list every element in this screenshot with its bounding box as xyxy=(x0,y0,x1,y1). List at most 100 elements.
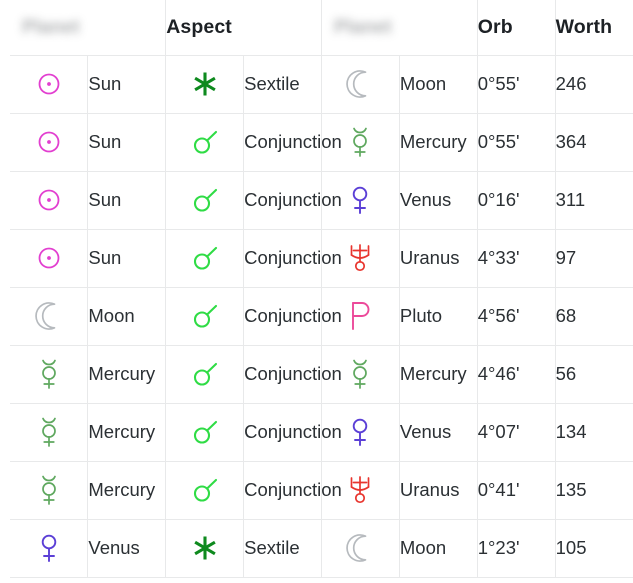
body1-name-cell: Mercury xyxy=(87,461,167,520)
body2-symbol-cell xyxy=(321,55,400,114)
body1-name-cell: Sun xyxy=(87,171,167,230)
table-row[interactable]: Mercury Conjunction Uranus 0°41' 135 xyxy=(10,461,633,520)
body2-name-cell: Venus xyxy=(399,171,478,230)
aspect-name-cell: Conjunction xyxy=(243,403,342,462)
venus-symbol xyxy=(10,532,87,564)
body2-name-cell: Uranus xyxy=(399,229,478,288)
aspect-name-cell: Conjunction xyxy=(243,287,342,346)
body1-name-cell: Venus xyxy=(87,519,167,578)
aspect-name-cell: Conjunction xyxy=(243,461,342,520)
table-row[interactable]: Moon Conjunction Pluto 4°56' 68 xyxy=(10,287,633,346)
worth-cell: 135 xyxy=(555,461,633,520)
body2-name-cell: Mercury xyxy=(399,345,478,404)
conjunction-symbol xyxy=(166,418,243,446)
body1-symbol-cell xyxy=(10,55,89,114)
orb-cell: 0°55' xyxy=(477,55,556,114)
body1-name-cell: Sun xyxy=(87,55,167,114)
table-head: Planet Aspect Planet Orb Worth xyxy=(10,0,633,56)
orb-cell: 0°55' xyxy=(477,113,556,172)
orb-cell: 4°07' xyxy=(477,403,556,462)
body1-name-cell: Mercury xyxy=(87,403,167,462)
aspect-symbol-cell xyxy=(165,403,245,462)
aspects-table-container: Planet Aspect Planet Orb Worth Sun Sextil… xyxy=(0,0,633,578)
orb-cell: 4°56' xyxy=(477,287,556,346)
table-row[interactable]: Sun Conjunction Venus 0°16' 311 xyxy=(10,171,633,230)
aspect-symbol-cell xyxy=(165,519,245,578)
conjunction-symbol xyxy=(166,302,243,330)
moon-symbol xyxy=(322,533,399,563)
header-orb[interactable]: Orb xyxy=(477,0,556,56)
aspect-symbol-cell xyxy=(165,287,245,346)
moon-symbol xyxy=(10,301,87,331)
body1-symbol-cell xyxy=(10,229,89,288)
body2-name-cell: Uranus xyxy=(399,461,478,520)
table-body: Sun Sextile Moon 0°55' 246 Sun Conjunction Merc… xyxy=(10,55,633,578)
aspect-name-cell: Conjunction xyxy=(243,113,342,172)
mercury-symbol xyxy=(10,474,87,506)
body2-name-cell: Mercury xyxy=(399,113,478,172)
conjunction-symbol xyxy=(166,360,243,388)
aspect-symbol-cell xyxy=(165,113,245,172)
table-row[interactable]: Sun Sextile Moon 0°55' 246 xyxy=(10,55,633,114)
body1-name-cell: Moon xyxy=(87,287,167,346)
table-row[interactable]: Mercury Conjunction Venus 4°07' 134 xyxy=(10,403,633,462)
aspect-symbol-cell xyxy=(165,229,245,288)
sun-symbol xyxy=(10,186,87,214)
aspect-name-cell: Conjunction xyxy=(243,229,342,288)
conjunction-symbol xyxy=(166,244,243,272)
redacted-header-text: Planet xyxy=(22,16,80,38)
sextile-symbol xyxy=(166,71,243,97)
body1-symbol-cell xyxy=(10,113,89,172)
body1-symbol-cell xyxy=(10,461,89,520)
header-row: Planet Aspect Planet Orb Worth xyxy=(10,0,633,56)
body1-symbol-cell xyxy=(10,171,89,230)
table-row[interactable]: Venus Sextile Moon 1°23' 105 xyxy=(10,519,633,578)
header-planet-right[interactable]: Planet xyxy=(321,0,478,56)
redacted-header-text: Planet xyxy=(334,16,392,38)
orb-cell: 1°23' xyxy=(477,519,556,578)
mercury-symbol xyxy=(10,358,87,390)
body1-name-cell: Sun xyxy=(87,113,167,172)
worth-cell: 364 xyxy=(555,113,633,172)
conjunction-symbol xyxy=(166,476,243,504)
aspects-table: Planet Aspect Planet Orb Worth Sun Sextil… xyxy=(10,0,633,578)
aspect-symbol-cell xyxy=(165,461,245,520)
aspect-symbol-cell xyxy=(165,345,245,404)
aspect-name-cell: Conjunction xyxy=(243,345,342,404)
worth-cell: 246 xyxy=(555,55,633,114)
worth-cell: 56 xyxy=(555,345,633,404)
aspect-symbol-cell xyxy=(165,171,245,230)
aspect-symbol-cell xyxy=(165,55,245,114)
table-row[interactable]: Sun Conjunction Uranus 4°33' 97 xyxy=(10,229,633,288)
mercury-symbol xyxy=(10,416,87,448)
body2-symbol-cell xyxy=(321,519,400,578)
worth-cell: 105 xyxy=(555,519,633,578)
aspect-name-cell: Sextile xyxy=(243,519,322,578)
orb-cell: 4°46' xyxy=(477,345,556,404)
header-aspect[interactable]: Aspect xyxy=(165,0,322,56)
table-row[interactable]: Sun Conjunction Mercury 0°55' 364 xyxy=(10,113,633,172)
body1-name-cell: Sun xyxy=(87,229,167,288)
body2-name-cell: Pluto xyxy=(399,287,478,346)
orb-cell: 0°41' xyxy=(477,461,556,520)
body1-symbol-cell xyxy=(10,287,89,346)
sun-symbol xyxy=(10,244,87,272)
worth-cell: 97 xyxy=(555,229,633,288)
sun-symbol xyxy=(10,128,87,156)
orb-cell: 0°16' xyxy=(477,171,556,230)
body2-name-cell: Moon xyxy=(399,55,478,114)
sun-symbol xyxy=(10,70,87,98)
worth-cell: 311 xyxy=(555,171,633,230)
table-row[interactable]: Mercury Conjunction Mercury 4°46' 56 xyxy=(10,345,633,404)
body1-symbol-cell xyxy=(10,345,89,404)
body1-name-cell: Mercury xyxy=(87,345,167,404)
orb-cell: 4°33' xyxy=(477,229,556,288)
body2-name-cell: Moon xyxy=(399,519,478,578)
conjunction-symbol xyxy=(166,128,243,156)
header-planet-left[interactable]: Planet xyxy=(10,0,167,56)
body1-symbol-cell xyxy=(10,403,89,462)
sextile-symbol xyxy=(166,535,243,561)
body1-symbol-cell xyxy=(10,519,89,578)
header-worth[interactable]: Worth xyxy=(555,0,633,56)
worth-cell: 134 xyxy=(555,403,633,462)
